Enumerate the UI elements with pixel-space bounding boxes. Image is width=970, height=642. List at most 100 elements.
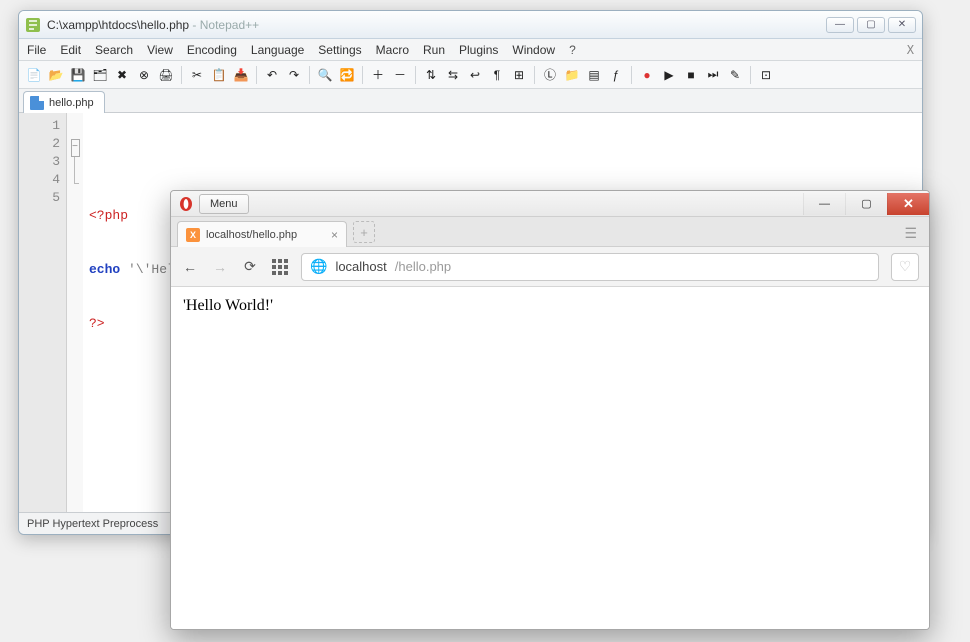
sync-h-icon[interactable]: ⇆ (444, 66, 462, 84)
menu-plugins[interactable]: Plugins (459, 43, 498, 57)
title-app: - Notepad++ (189, 18, 259, 32)
menu-settings[interactable]: Settings (318, 43, 361, 57)
menu-run[interactable]: Run (423, 43, 445, 57)
speed-dial-button[interactable] (271, 258, 289, 276)
menu-button-label: Menu (210, 198, 238, 210)
toolbar-separator (415, 66, 416, 84)
menu-search[interactable]: Search (95, 43, 133, 57)
line-number: 3 (19, 153, 60, 171)
save-macro-icon[interactable]: ✎ (726, 66, 744, 84)
tab-label: hello.php (49, 97, 94, 109)
save-icon[interactable]: 💾 (69, 66, 87, 84)
play-multi-icon[interactable]: ⏭ (704, 66, 722, 84)
file-icon (30, 96, 44, 110)
lang-icon[interactable]: Ⓛ (541, 66, 559, 84)
new-tab-button[interactable]: + (353, 221, 375, 243)
menubar: File Edit Search View Encoding Language … (19, 39, 922, 61)
doc-map-icon[interactable]: ▤ (585, 66, 603, 84)
menu-macro[interactable]: Macro (376, 43, 409, 57)
print-icon[interactable]: 🖨 (157, 66, 175, 84)
zoom-in-icon[interactable]: ＋ (369, 66, 387, 84)
fold-gutter: − (67, 113, 83, 512)
opera-menu-button[interactable]: Menu (199, 194, 249, 214)
close-icon[interactable]: ✖ (113, 66, 131, 84)
opera-titlebar[interactable]: Menu — ▢ ✕ (171, 191, 929, 217)
line-number: 2 (19, 135, 60, 153)
close-all-icon[interactable]: ⊗ (135, 66, 153, 84)
editor-tab[interactable]: hello.php (23, 91, 105, 113)
close-button[interactable]: ✕ (888, 17, 916, 33)
menubar-close-button[interactable]: X (907, 43, 914, 57)
menu-help[interactable]: ? (569, 43, 576, 57)
app-icon (25, 17, 41, 33)
toolbar-separator (631, 66, 632, 84)
open-icon[interactable]: 📂 (47, 66, 65, 84)
find-icon[interactable]: 🔍 (316, 66, 334, 84)
reload-button[interactable]: ⟳ (241, 258, 259, 276)
address-bar-row: ← → ⟳ 🌐 localhost/hello.php ♡ (171, 247, 929, 287)
plugin-icon[interactable]: ⊡ (757, 66, 775, 84)
fold-toggle-icon[interactable]: − (71, 139, 80, 157)
bookmark-button[interactable]: ♡ (891, 253, 919, 281)
redo-icon[interactable]: ↷ (285, 66, 303, 84)
page-output-text: 'Hello World!' (183, 297, 273, 314)
minimize-button[interactable]: — (826, 17, 854, 33)
menu-file[interactable]: File (27, 43, 46, 57)
favicon-icon: X (186, 228, 200, 242)
back-button[interactable]: ← (181, 258, 199, 276)
opera-window: Menu — ▢ ✕ X localhost/hello.php × + ☰ ←… (170, 190, 930, 630)
undo-icon[interactable]: ↶ (263, 66, 281, 84)
save-all-icon[interactable]: 🗂 (91, 66, 109, 84)
menu-encoding[interactable]: Encoding (187, 43, 237, 57)
paste-icon[interactable]: 📥 (232, 66, 250, 84)
cut-icon[interactable]: ✂ (188, 66, 206, 84)
page-viewport[interactable]: 'Hello World!' (171, 287, 929, 629)
toolbar-separator (362, 66, 363, 84)
opera-tab-bar: X localhost/hello.php × + ☰ (171, 217, 929, 247)
line-number: 4 (19, 171, 60, 189)
title-path: C:\xampp\htdocs\hello.php (47, 18, 189, 32)
tab-close-icon[interactable]: × (331, 228, 338, 242)
status-language: PHP Hypertext Preprocess (27, 518, 158, 530)
menu-view[interactable]: View (147, 43, 173, 57)
php-close-tag: ?> (89, 316, 105, 331)
all-chars-icon[interactable]: ¶ (488, 66, 506, 84)
url-path: /hello.php (395, 259, 451, 274)
opera-close-button[interactable]: ✕ (887, 193, 929, 215)
window-title: C:\xampp\htdocs\hello.php - Notepad++ (47, 18, 820, 32)
new-file-icon[interactable]: 📄 (25, 66, 43, 84)
replace-icon[interactable]: 🔁 (338, 66, 356, 84)
wrap-icon[interactable]: ↩ (466, 66, 484, 84)
tab-bar: hello.php (19, 89, 922, 113)
func-list-icon[interactable]: ƒ (607, 66, 625, 84)
zoom-out-icon[interactable]: － (391, 66, 409, 84)
maximize-button[interactable]: ▢ (857, 17, 885, 33)
url-host: localhost (335, 259, 386, 274)
menu-language[interactable]: Language (251, 43, 304, 57)
toolbar-separator (309, 66, 310, 84)
titlebar[interactable]: C:\xampp\htdocs\hello.php - Notepad++ — … (19, 11, 922, 39)
play-icon[interactable]: ▶ (660, 66, 678, 84)
echo-keyword: echo (89, 262, 120, 277)
indent-guide-icon[interactable]: ⊞ (510, 66, 528, 84)
folder-icon[interactable]: 📁 (563, 66, 581, 84)
panel-toggle-icon[interactable]: ☰ (898, 225, 923, 242)
browser-tab[interactable]: X localhost/hello.php × (177, 221, 347, 247)
toolbar: 📄📂💾🗂✖⊗🖨 ✂📋📥 ↶↷ 🔍🔁 ＋－ ⇅⇆↩¶⊞ Ⓛ📁▤ƒ ●▶■⏭✎ ⊡ (19, 61, 922, 89)
line-number-gutter: 1 2 3 4 5 (19, 113, 67, 512)
toolbar-separator (750, 66, 751, 84)
record-icon[interactable]: ● (638, 66, 656, 84)
stop-icon[interactable]: ■ (682, 66, 700, 84)
address-bar[interactable]: 🌐 localhost/hello.php (301, 253, 879, 281)
opera-minimize-button[interactable]: — (803, 193, 845, 215)
menu-edit[interactable]: Edit (60, 43, 81, 57)
opera-maximize-button[interactable]: ▢ (845, 193, 887, 215)
sync-v-icon[interactable]: ⇅ (422, 66, 440, 84)
globe-icon: 🌐 (310, 258, 327, 275)
opera-logo-icon (177, 195, 195, 213)
toolbar-separator (256, 66, 257, 84)
menu-window[interactable]: Window (512, 43, 555, 57)
tab-title: localhost/hello.php (206, 229, 297, 241)
forward-button[interactable]: → (211, 258, 229, 276)
copy-icon[interactable]: 📋 (210, 66, 228, 84)
